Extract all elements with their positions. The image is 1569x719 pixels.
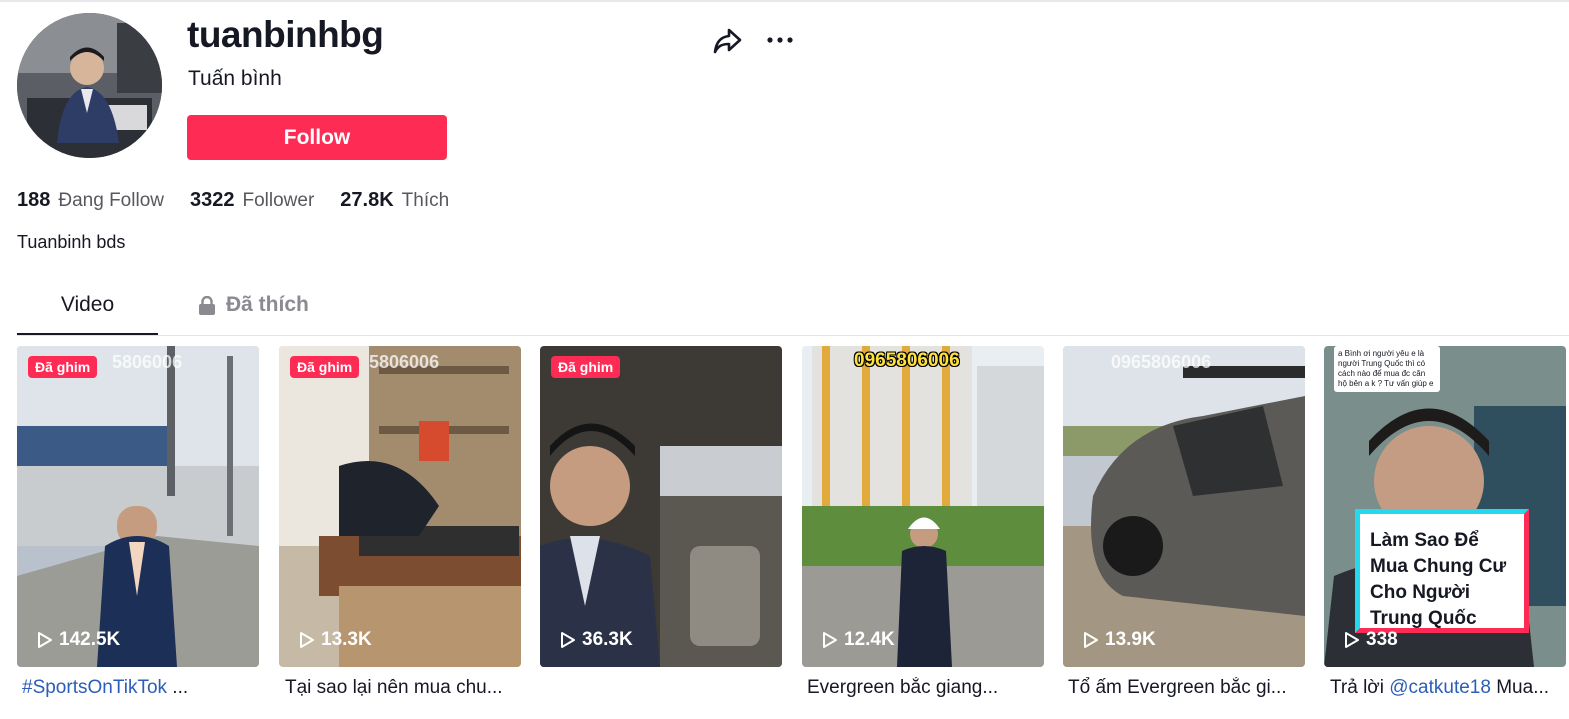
caption-text: Mua... bbox=[1490, 677, 1550, 698]
pinned-badge: Đã ghim bbox=[551, 356, 621, 378]
play-icon bbox=[300, 632, 314, 648]
phone-watermark: 0965806006 bbox=[854, 350, 960, 371]
stat-value: 188 bbox=[17, 189, 51, 211]
video-card[interactable]: 0965806006 12.4K bbox=[802, 346, 1044, 667]
play-icon bbox=[823, 632, 837, 648]
phone-watermark: 5806006 bbox=[112, 352, 183, 372]
play-icon bbox=[1345, 632, 1359, 648]
view-count-value: 13.9K bbox=[1105, 629, 1156, 650]
stat-value: 3322 bbox=[189, 189, 235, 211]
caption-text: Evergreen bắc giang... bbox=[807, 677, 999, 698]
play-icon bbox=[561, 632, 575, 648]
bio: Tuanbinh bds bbox=[17, 232, 126, 252]
stat-likes: 27.8K Thích bbox=[340, 189, 449, 212]
video-caption[interactable]: Tại sao lại nên mua chu... bbox=[285, 677, 527, 699]
nickname: Tuấn bình bbox=[188, 67, 282, 90]
video-thumbnail bbox=[1063, 346, 1305, 667]
video-caption[interactable]: #SportsOnTikTok ... bbox=[22, 677, 264, 699]
avatar[interactable] bbox=[17, 13, 162, 158]
caption-text: Tại sao lại nên mua chu... bbox=[285, 677, 503, 698]
stat-following[interactable]: 188 Đang Follow bbox=[17, 189, 164, 212]
hashtag-link[interactable]: #SportsOnTikTok bbox=[22, 677, 167, 698]
pinned-badge: Đã ghim bbox=[28, 356, 98, 378]
tabs-divider bbox=[17, 335, 1569, 336]
view-count-value: 12.4K bbox=[844, 629, 895, 650]
view-count: 13.9K bbox=[1083, 629, 1156, 651]
tab-liked-label: Đã thích bbox=[226, 293, 309, 316]
video-thumbnail bbox=[540, 346, 782, 667]
comment-bubble: a Bình ơi người yêu e là người Trung Quố… bbox=[1334, 346, 1440, 392]
more-icon[interactable] bbox=[764, 28, 796, 52]
video-card[interactable]: 0965806006 13.9K bbox=[1063, 346, 1305, 667]
follow-button[interactable]: Follow bbox=[187, 115, 447, 160]
share-icon[interactable] bbox=[711, 26, 743, 56]
video-card[interactable]: a Bình ơi người yêu e là người Trung Quố… bbox=[1324, 346, 1566, 667]
stat-value: 27.8K bbox=[340, 189, 394, 211]
video-caption[interactable]: Tổ ấm Evergreen bắc gi... bbox=[1068, 677, 1310, 699]
video-card[interactable]: Đã ghim 36.3K bbox=[540, 346, 782, 667]
video-thumbnail bbox=[802, 346, 1044, 667]
video-caption[interactable]: Evergreen bắc giang... bbox=[807, 677, 1049, 699]
caption-prefix: Trả lời bbox=[1330, 677, 1390, 698]
stat-label: Follower bbox=[242, 190, 315, 211]
view-count: 13.3K bbox=[299, 629, 372, 651]
view-count: 142.5K bbox=[37, 629, 120, 651]
play-icon bbox=[38, 632, 52, 648]
stat-followers[interactable]: 3322 Follower bbox=[190, 189, 314, 212]
mention-link[interactable]: @catkute18 bbox=[1389, 677, 1491, 698]
view-count-value: 142.5K bbox=[59, 629, 121, 650]
username: tuanbinhbg bbox=[187, 14, 384, 55]
view-count-value: 13.3K bbox=[321, 629, 372, 650]
profile-stats: 188 Đang Follow 3322 Follower 27.8K Thíc… bbox=[17, 189, 449, 212]
tab-liked[interactable]: Đã thích bbox=[198, 293, 309, 335]
view-count: 36.3K bbox=[560, 629, 633, 651]
view-count-value: 338 bbox=[1366, 629, 1398, 650]
video-caption[interactable]: Trả lời @catkute18 Mua... bbox=[1330, 677, 1569, 699]
view-count: 338 bbox=[1344, 629, 1398, 651]
video-card[interactable]: Đã ghim 5806006 13.3K bbox=[279, 346, 521, 667]
tab-video[interactable]: Video bbox=[17, 293, 158, 335]
video-card[interactable]: Đã ghim 5806006 142.5K bbox=[17, 346, 259, 667]
pinned-badge: Đã ghim bbox=[290, 356, 360, 378]
caption-text: ... bbox=[167, 677, 189, 698]
caption-text: Tổ ấm Evergreen bắc gi... bbox=[1068, 677, 1287, 698]
video-title-overlay: Làm Sao Để Mua Chung Cư Cho Người Trung … bbox=[1355, 509, 1529, 633]
top-divider bbox=[0, 0, 1569, 2]
stat-label: Thích bbox=[401, 190, 450, 211]
video-thumbnail bbox=[17, 346, 259, 667]
stat-label: Đang Follow bbox=[58, 190, 164, 211]
view-count: 12.4K bbox=[822, 629, 895, 651]
lock-icon bbox=[198, 293, 216, 335]
play-icon bbox=[1084, 632, 1098, 648]
video-thumbnail bbox=[279, 346, 521, 667]
phone-watermark: 5806006 bbox=[369, 352, 440, 372]
view-count-value: 36.3K bbox=[582, 629, 633, 650]
phone-watermark: 0965806006 bbox=[1111, 352, 1212, 372]
